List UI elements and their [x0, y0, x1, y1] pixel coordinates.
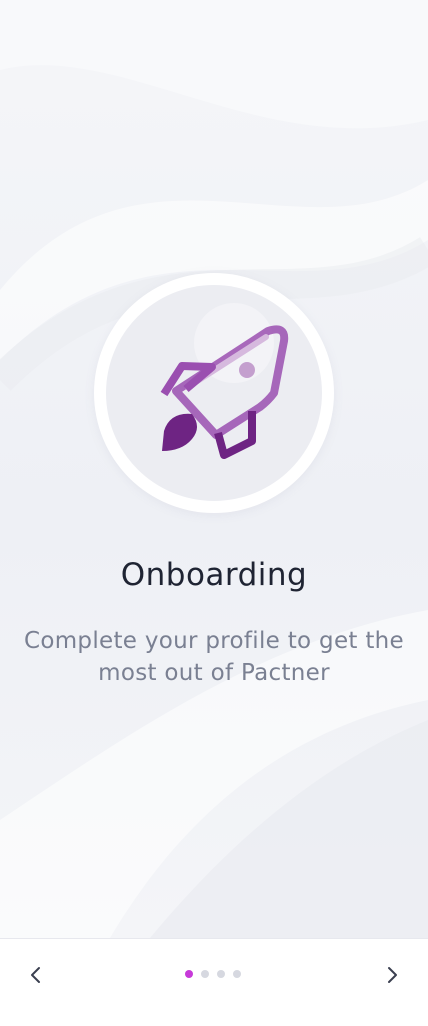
hero-circle: [106, 285, 322, 501]
rocket-icon: [160, 325, 289, 459]
previous-button[interactable]: [18, 957, 54, 993]
pager-footer: [0, 938, 428, 1026]
page-dot-3[interactable]: [217, 970, 225, 978]
chevron-left-icon: [31, 967, 40, 983]
page-title: Onboarding: [120, 556, 308, 593]
next-button[interactable]: [374, 957, 410, 993]
page-dot-2[interactable]: [201, 970, 209, 978]
hero-illustration: [94, 273, 334, 513]
page-indicator: [185, 970, 241, 978]
page-dot-4[interactable]: [233, 970, 241, 978]
page-subtitle: Complete your profile to get the most ou…: [24, 628, 404, 686]
chevron-right-icon: [388, 967, 397, 983]
page-dot-1[interactable]: [185, 970, 193, 978]
